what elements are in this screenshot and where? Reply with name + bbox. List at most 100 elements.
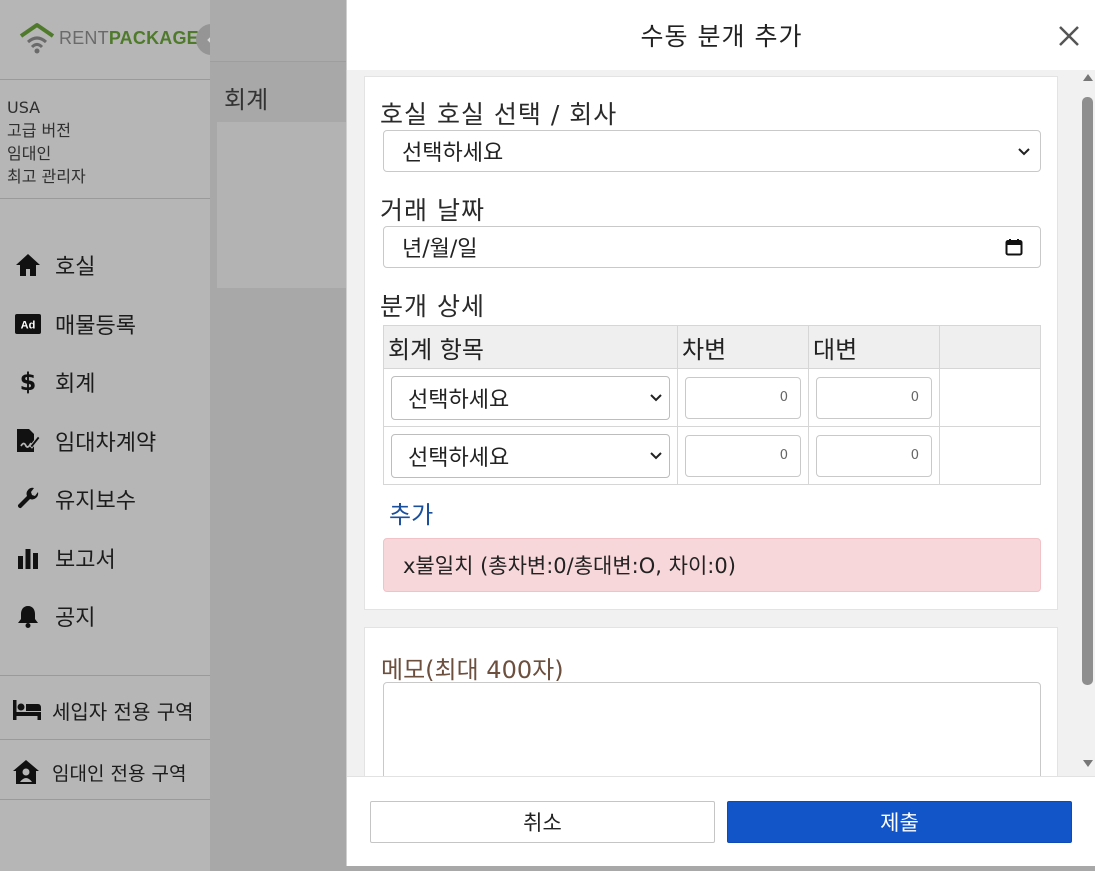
debit-cell: 0 [677, 426, 809, 485]
close-button[interactable] [1055, 22, 1083, 50]
sidebar-item-maintenance[interactable]: 유지보수 [0, 470, 210, 529]
bar-chart-icon [15, 545, 41, 571]
unit-select[interactable]: 선택하세요 [383, 130, 1041, 172]
scroll-up-icon[interactable] [1083, 73, 1093, 81]
date-placeholder: 년/월/일 [402, 237, 478, 262]
sidebar-item-label: 매물등록 [55, 313, 136, 339]
sidebar-item-accounting[interactable]: $ 회계 [0, 353, 210, 412]
credit-input[interactable]: 0 [816, 376, 932, 419]
col-header-account: 회계 항목 [383, 325, 678, 369]
sidebar-nav: 호실 Ad 매물등록 $ 회계 임대차계약 유지보수 보고서 공지 [0, 236, 210, 646]
chevron-down-icon [1018, 148, 1030, 156]
user-country: USA [7, 98, 41, 117]
table-row: 선택하세요 0 0 [383, 368, 1041, 427]
chevron-down-icon [650, 451, 662, 459]
divider [0, 675, 210, 676]
account-cell: 선택하세요 [383, 368, 678, 427]
memo-card: 메모(최대 400자) [364, 627, 1058, 776]
modal-title: 수동 분개 추가 [640, 22, 803, 51]
tenant-zone-label: 세입자 전용 구역 [52, 699, 194, 724]
content-card [217, 122, 349, 288]
sidebar-item-listing[interactable]: Ad 매물등록 [0, 295, 210, 354]
col-header-debit: 차변 [677, 325, 809, 369]
unit-select-value: 선택하세요 [402, 141, 504, 166]
add-line-link[interactable]: 추가 [389, 495, 433, 530]
account-cell: 선택하세요 [383, 426, 678, 485]
sidebar-item-label: 유지보수 [55, 489, 136, 515]
journal-table: 회계 항목 차변 대변 선택하세요 0 0 선택하세요 0 0 [383, 325, 1041, 485]
svg-text:Ad: Ad [21, 319, 36, 331]
wifi-house-icon [18, 22, 56, 54]
user-level: 최고 관리자 [7, 167, 86, 186]
debit-cell: 0 [677, 368, 809, 427]
calendar-icon[interactable] [1005, 238, 1023, 256]
user-plan: 고급 버전 [7, 121, 71, 140]
landlord-zone-label: 임대인 전용 구역 [52, 762, 187, 785]
user-role: 임대인 [7, 144, 52, 163]
sidebar-item-label: 회계 [55, 372, 96, 398]
page-title: 회계 [224, 86, 269, 114]
wrench-icon [15, 486, 41, 512]
divider [0, 198, 210, 199]
account-select-value: 선택하세요 [408, 387, 510, 413]
entry-card: 호실 호실 선택 / 회사 선택하세요 거래 날짜 년/월/일 분개 상세 회계… [364, 76, 1058, 610]
bed-icon [12, 697, 42, 723]
sidebar-item-lease[interactable]: 임대차계약 [0, 412, 210, 471]
credit-cell: 0 [808, 368, 940, 427]
debit-input[interactable]: 0 [685, 434, 801, 477]
sidebar-item-units[interactable]: 호실 [0, 236, 210, 295]
sidebar-item-notices[interactable]: 공지 [0, 587, 210, 646]
balance-mismatch-alert: x불일치 (총차변:0/총대변:O, 차이:0) [383, 538, 1041, 592]
top-bar [210, 0, 350, 62]
transaction-date-input[interactable]: 년/월/일 [383, 226, 1041, 268]
credit-input[interactable]: 0 [816, 434, 932, 477]
modal-header: 수동 분개 추가 [347, 0, 1095, 70]
debit-input[interactable]: 0 [685, 376, 801, 419]
actions-cell [939, 368, 1041, 427]
detail-label: 분개 상세 [380, 292, 485, 321]
close-icon [1059, 26, 1079, 46]
col-header-actions [939, 325, 1041, 369]
account-select[interactable]: 선택하세요 [391, 433, 670, 478]
table-row: 선택하세요 0 0 [383, 426, 1041, 485]
sidebar-item-label: 공지 [55, 606, 96, 632]
brand-package: PACKAGE [108, 27, 199, 48]
journal-entry-modal: 수동 분개 추가 호실 호실 선택 / 회사 선택하세요 거래 날짜 년/월/일… [346, 0, 1095, 866]
house-user-icon [12, 759, 42, 785]
credit-cell: 0 [808, 426, 940, 485]
sidebar: RENTPACKAGE USA 고급 버전 임대인 최고 관리자 호실 Ad 매… [0, 0, 227, 871]
modal-footer: 취소 제출 [347, 776, 1095, 866]
cancel-button[interactable]: 취소 [370, 801, 715, 843]
account-select[interactable]: 선택하세요 [391, 375, 670, 420]
user-info: USA 고급 버전 임대인 최고 관리자 [7, 96, 86, 188]
brand-name: RENTPACKAGE [59, 28, 199, 49]
brand-logo[interactable]: RENTPACKAGE [18, 22, 199, 54]
dollar-icon: $ [15, 369, 41, 395]
sidebar-item-label: 보고서 [55, 547, 116, 573]
bell-icon [15, 603, 41, 629]
modal-body[interactable]: 호실 호실 선택 / 회사 선택하세요 거래 날짜 년/월/일 분개 상세 회계… [347, 70, 1079, 776]
sidebar-item-label: 호실 [55, 255, 96, 281]
divider [0, 799, 210, 800]
scrollbar-thumb[interactable] [1082, 97, 1093, 685]
memo-textarea[interactable] [383, 682, 1041, 776]
account-select-value: 선택하세요 [408, 445, 510, 471]
scroll-down-icon[interactable] [1083, 760, 1093, 768]
memo-label: 메모(최대 400자) [381, 656, 564, 684]
submit-button[interactable]: 제출 [727, 801, 1072, 843]
chevron-down-icon [650, 393, 662, 401]
actions-cell [939, 426, 1041, 485]
unit-label: 호실 호실 선택 / 회사 [380, 100, 618, 129]
ad-icon: Ad [15, 311, 41, 337]
date-label: 거래 날짜 [380, 196, 485, 225]
divider [0, 739, 210, 740]
tenant-zone-link[interactable]: 세입자 전용 구역 [0, 680, 210, 740]
contract-icon [15, 428, 41, 454]
brand-rent: RENT [59, 27, 109, 48]
col-header-credit: 대변 [808, 325, 940, 369]
landlord-zone-link[interactable]: 임대인 전용 구역 [0, 742, 210, 802]
divider [0, 79, 210, 80]
home-icon [15, 252, 41, 278]
modal-scrollbar[interactable] [1079, 70, 1095, 776]
sidebar-item-reports[interactable]: 보고서 [0, 529, 210, 588]
